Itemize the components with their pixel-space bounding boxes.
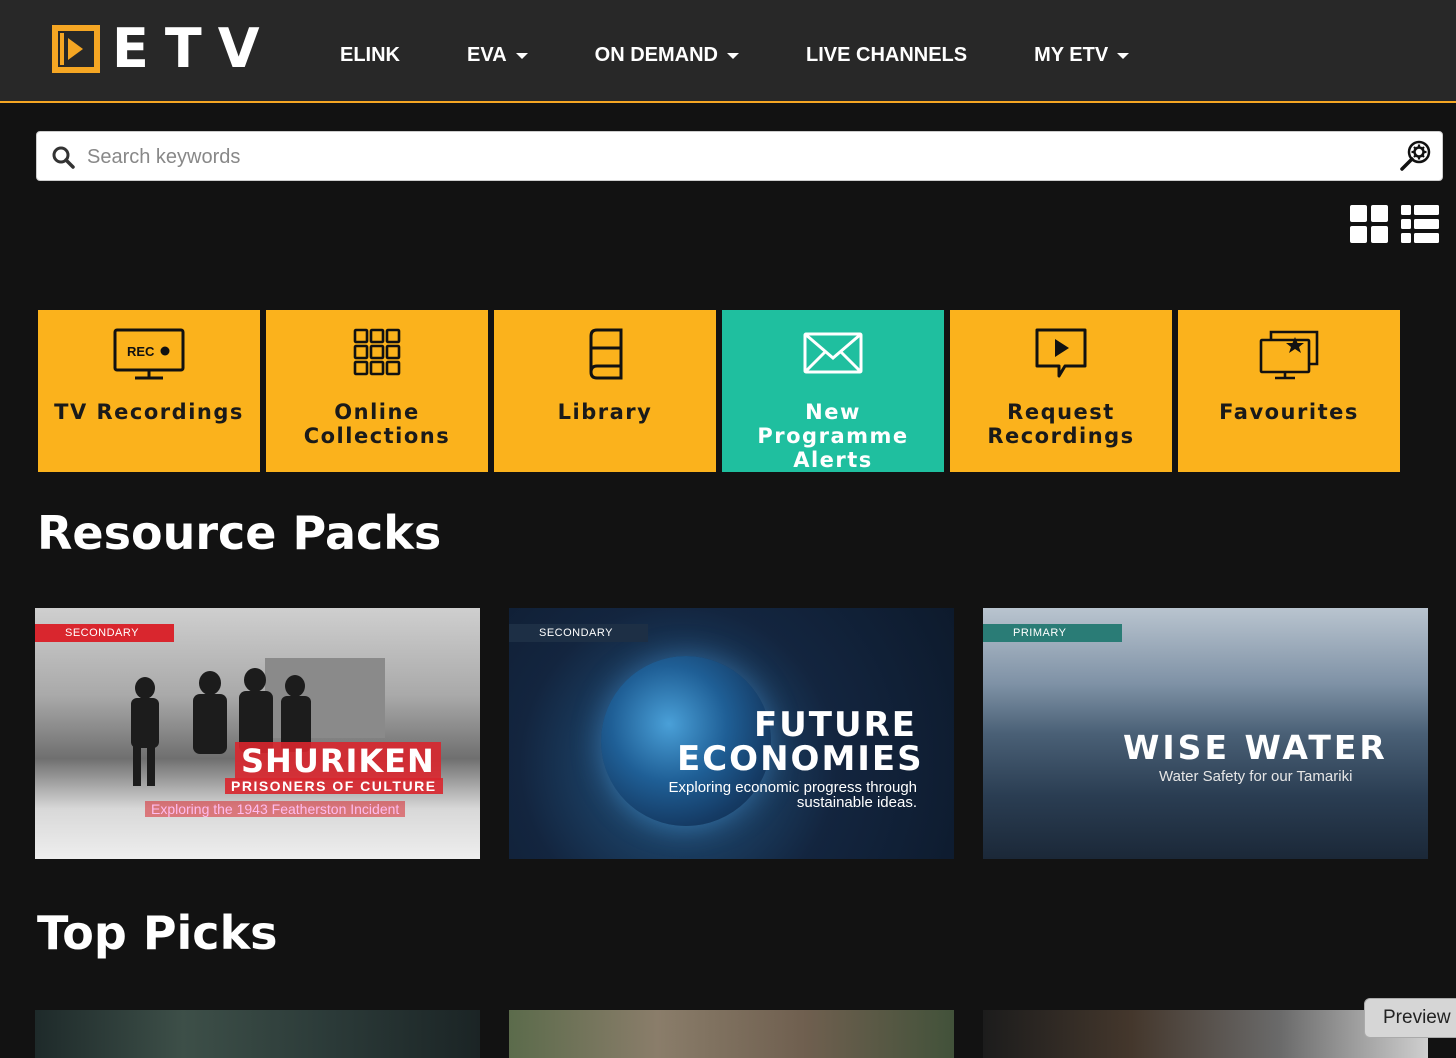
tile-label: Favourites — [1219, 400, 1359, 424]
level-badge: PRIMARY — [983, 624, 1122, 642]
svg-text:REC: REC — [127, 344, 155, 359]
search-bar — [36, 131, 1443, 181]
resource-packs-heading: Resource Packs — [37, 506, 442, 560]
search-icon — [52, 146, 75, 169]
card-tagline: Exploring economic progress through sust… — [668, 779, 917, 811]
book-icon — [589, 328, 623, 380]
star-screen-icon — [1259, 330, 1319, 380]
nav-item-live-channels[interactable]: LIVE CHANNELS — [806, 44, 967, 67]
level-badge: SECONDARY — [35, 624, 174, 642]
advanced-search-icon[interactable] — [1398, 138, 1434, 174]
card-title: FUTURE ECONOMIES — [677, 705, 924, 779]
resource-pack-card[interactable]: PRIMARY WISE WATER Water Safety for our … — [983, 608, 1428, 859]
top-pick-card[interactable] — [35, 1010, 480, 1058]
etv-logo[interactable]: ETV — [52, 17, 276, 80]
level-badge: SECONDARY — [509, 624, 648, 642]
grid-collection-icon — [353, 328, 401, 376]
tile-label: TV Recordings — [54, 400, 244, 424]
caret-down-icon — [515, 52, 528, 59]
tile-online-collections[interactable]: Online Collections — [266, 310, 488, 472]
card-subtitle: PRISONERS OF CULTURE — [225, 778, 443, 794]
nav-item-elink[interactable]: ELINK — [340, 44, 400, 67]
card-tagline: Water Safety for our Tamariki — [1159, 768, 1353, 785]
tile-favourites[interactable]: Favourites — [1178, 310, 1400, 472]
top-picks-heading: Top Picks — [37, 906, 278, 960]
card-title: WISE WATER — [1123, 728, 1388, 767]
logo-text: ETV — [112, 17, 276, 80]
tile-tv-recordings[interactable]: REC TV Recordings — [38, 310, 260, 472]
nav-item-my-etv[interactable]: MY ETV — [1034, 44, 1130, 67]
tv-rec-icon: REC — [113, 328, 185, 380]
card-tagline: Exploring the 1943 Featherston Incident — [145, 801, 406, 817]
caret-down-icon — [1117, 52, 1130, 59]
resource-pack-card[interactable]: SECONDARY SHURIKEN PRISONERS OF CULTURE … — [35, 608, 480, 859]
quick-links: REC TV Recordings Online Collections Lib… — [38, 310, 1406, 472]
nav-item-on-demand[interactable]: ON DEMAND — [595, 44, 739, 67]
top-pick-card[interactable] — [983, 1010, 1428, 1058]
grid-view-icon[interactable] — [1350, 205, 1388, 243]
logo-play-icon — [52, 25, 100, 73]
tile-label: Online Collections — [303, 400, 451, 448]
play-speech-icon — [1035, 328, 1087, 378]
caret-down-icon — [726, 52, 739, 59]
list-view-icon[interactable] — [1401, 205, 1439, 243]
tile-label: Request Recordings — [987, 400, 1135, 448]
tile-request-recordings[interactable]: Request Recordings — [950, 310, 1172, 472]
envelope-icon — [803, 332, 863, 374]
nav-item-eva[interactable]: EVA — [467, 44, 528, 67]
preview-button[interactable]: Preview — [1364, 998, 1456, 1038]
tile-label: New Programme Alerts — [757, 400, 909, 472]
top-navigation-bar: ETV ELINK EVA ON DEMAND LIVE CHANNELS MY… — [0, 0, 1456, 103]
tile-new-programme-alerts[interactable]: New Programme Alerts — [722, 310, 944, 472]
top-pick-card[interactable] — [509, 1010, 954, 1058]
search-input[interactable] — [87, 140, 1387, 174]
card-title: SHURIKEN — [235, 742, 441, 780]
tile-library[interactable]: Library — [494, 310, 716, 472]
main-nav: ELINK EVA ON DEMAND LIVE CHANNELS MY ETV — [340, 44, 1196, 67]
tile-label: Library — [557, 400, 653, 424]
resource-pack-card[interactable]: SECONDARY FUTURE ECONOMIES Exploring eco… — [509, 608, 954, 859]
